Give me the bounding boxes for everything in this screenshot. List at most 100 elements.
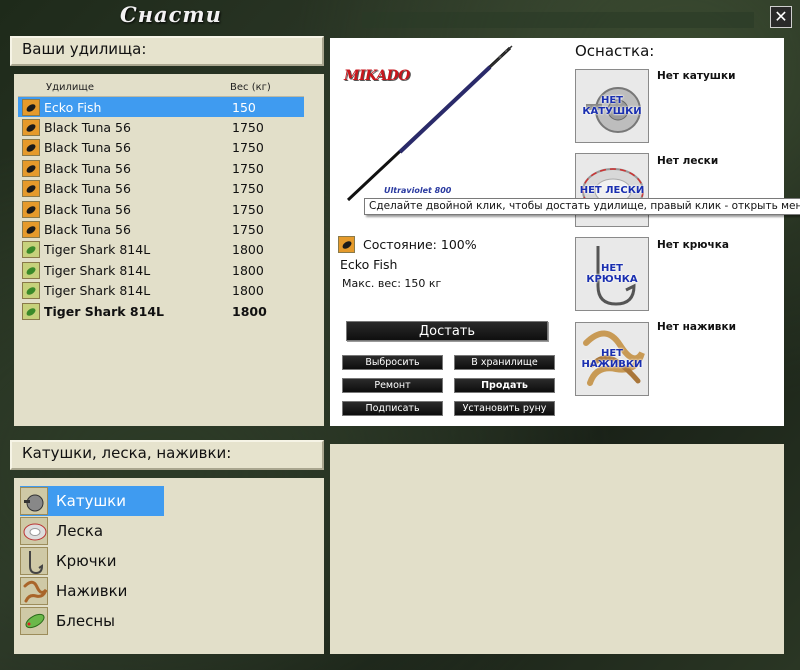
rod-name: Ecko Fish (340, 257, 398, 272)
table-row[interactable]: Ecko Fish 150 (18, 97, 304, 118)
orange-rod-icon (22, 180, 40, 198)
table-row[interactable]: Tiger Shark 814L 1800 (18, 240, 304, 260)
hook-slot-label: НЕТ КРЮЧКА (586, 263, 638, 285)
category-line-label: Леска (56, 522, 104, 540)
rods-table-body: Ecko Fish 150 Black Tuna 56 1750 Black Tuna … (18, 97, 304, 321)
green-rod-icon (22, 282, 40, 300)
rods-table: Удилище Вес (кг) Ecko Fish 150 Black Tuna … (18, 79, 304, 321)
rod-name-cell: Tiger Shark 814L (44, 303, 164, 319)
rod-name-cell: Black Tuna 56 (44, 181, 131, 197)
rod-name-cell: Tiger Shark 814L (44, 283, 151, 299)
column-header-weight[interactable]: Вес (кг) (230, 79, 304, 96)
column-header-rod[interactable]: Удилище (18, 79, 230, 96)
rod-image (346, 45, 513, 202)
line-slot-status: Нет лески (657, 155, 719, 167)
rod-weight-cell: 1750 (232, 120, 264, 136)
hook-slot-status: Нет крючка (657, 239, 729, 251)
rod-name-cell: Tiger Shark 814L (44, 262, 151, 278)
tooltip: Сделайте двойной клик, чтобы достать уди… (364, 198, 800, 215)
rod-weight-cell: 1750 (232, 181, 264, 197)
category-lures-label: Блесны (56, 612, 116, 630)
rod-details-panel: MIKADO Ultraviolet 800 Состояние: 100% E… (330, 38, 784, 426)
rod-state: Состояние: 100% (338, 236, 477, 253)
category-hooks[interactable]: Крючки (20, 546, 164, 576)
categories-header: Катушки, леска, наживки: (10, 440, 324, 470)
bait-slot-status: Нет наживки (657, 321, 736, 333)
lure-icon (20, 607, 48, 635)
line-slot[interactable]: НЕТ ЛЕСКИ (575, 153, 649, 227)
bait-slot[interactable]: НЕТ НАЖИВКИ (575, 322, 649, 396)
window-title: Снасти (120, 2, 222, 27)
table-row[interactable]: Black Tuna 56 1750 (18, 199, 304, 219)
category-hooks-label: Крючки (56, 552, 117, 570)
equipment-title: Оснастка: (575, 42, 655, 60)
close-button[interactable]: ✕ (770, 6, 792, 28)
table-row[interactable]: Black Tuna 56 1750 (18, 219, 304, 239)
rods-header: Ваши удилища: (10, 36, 324, 66)
orange-rod-icon (22, 159, 40, 177)
category-content-panel (330, 444, 784, 654)
rod-name-cell: Black Tuna 56 (44, 120, 131, 136)
category-baits-label: Наживки (56, 582, 128, 600)
rod-weight-cell: 1750 (232, 140, 264, 156)
category-baits[interactable]: Наживки (20, 576, 164, 606)
sell-button[interactable]: Продать (454, 378, 555, 393)
orange-rod-icon (22, 221, 40, 239)
brand-logo: MIKADO (344, 68, 410, 84)
reel-slot[interactable]: НЕТ КАТУШКИ (575, 69, 649, 143)
rod-weight-cell: 1800 (232, 283, 264, 299)
line-slot-label: НЕТ ЛЕСКИ (579, 184, 645, 196)
table-row[interactable]: Black Tuna 56 1750 (18, 117, 304, 137)
reel-slot-label: НЕТ КАТУШКИ (582, 95, 642, 117)
green-rod-icon (22, 261, 40, 279)
repair-button[interactable]: Ремонт (342, 378, 443, 393)
sign-button[interactable]: Подписать (342, 401, 443, 416)
hook-slot[interactable]: НЕТ КРЮЧКА (575, 237, 649, 311)
worms-bait-icon (20, 577, 48, 605)
rod-name-cell: Black Tuna 56 (44, 222, 131, 238)
rods-table-header: Удилище Вес (кг) (18, 79, 304, 97)
title-bar: Снасти ✕ (0, 0, 800, 34)
rod-name-cell: Black Tuna 56 (44, 140, 131, 156)
table-row[interactable]: Black Tuna 56 1750 (18, 179, 304, 199)
table-row[interactable]: Tiger Shark 814L 1800 (18, 301, 304, 321)
rod-state-text: Состояние: 100% (363, 237, 477, 252)
table-row[interactable]: Black Tuna 56 1750 (18, 138, 304, 158)
take-out-button[interactable]: Достать (346, 321, 548, 341)
green-rod-icon (22, 241, 40, 259)
category-reels[interactable]: Катушки (20, 486, 164, 516)
rod-weight-cell: 1800 (232, 303, 267, 319)
rod-weight-cell: 150 (232, 99, 256, 115)
green-rod-icon (22, 302, 40, 320)
rod-weight-cell: 1750 (232, 201, 264, 217)
install-rune-button[interactable]: Установить руну (454, 401, 555, 416)
rod-name-cell: Black Tuna 56 (44, 201, 131, 217)
hook-icon (20, 547, 48, 575)
bait-slot-label: НЕТ НАЖИВКИ (581, 348, 643, 370)
category-line[interactable]: Леска (20, 516, 164, 546)
to-storage-button[interactable]: В хранилище (454, 355, 555, 370)
table-row[interactable]: Tiger Shark 814L 1800 (18, 281, 304, 301)
category-lures[interactable]: Блесны (20, 606, 164, 636)
rod-max-weight: Макс. вес: 150 кг (342, 277, 442, 290)
category-reels-label: Катушки (56, 492, 126, 510)
orange-rod-icon (22, 119, 40, 137)
rod-weight-cell: 1750 (232, 160, 264, 176)
rod-weight-cell: 1800 (232, 262, 264, 278)
orange-rod-icon (22, 200, 40, 218)
reel-icon (20, 487, 48, 515)
rod-model-print: Ultraviolet 800 (384, 186, 452, 195)
orange-rod-icon (22, 139, 40, 157)
table-row[interactable]: Black Tuna 56 1750 (18, 158, 304, 178)
table-row[interactable]: Tiger Shark 814L 1800 (18, 260, 304, 280)
orange-rod-icon (338, 236, 355, 253)
rod-name-cell: Black Tuna 56 (44, 160, 131, 176)
rod-name-cell: Ecko Fish (44, 99, 102, 115)
categories-panel: Катушки Леска Крючки Наживки Блесны (14, 478, 324, 654)
rod-weight-cell: 1800 (232, 242, 264, 258)
rods-list-panel: Удилище Вес (кг) Ecko Fish 150 Black Tuna … (14, 74, 324, 426)
throw-away-button[interactable]: Выбросить (342, 355, 443, 370)
title-bar-strip (362, 12, 754, 28)
reel-slot-status: Нет катушки (657, 70, 736, 82)
rod-name-cell: Tiger Shark 814L (44, 242, 151, 258)
